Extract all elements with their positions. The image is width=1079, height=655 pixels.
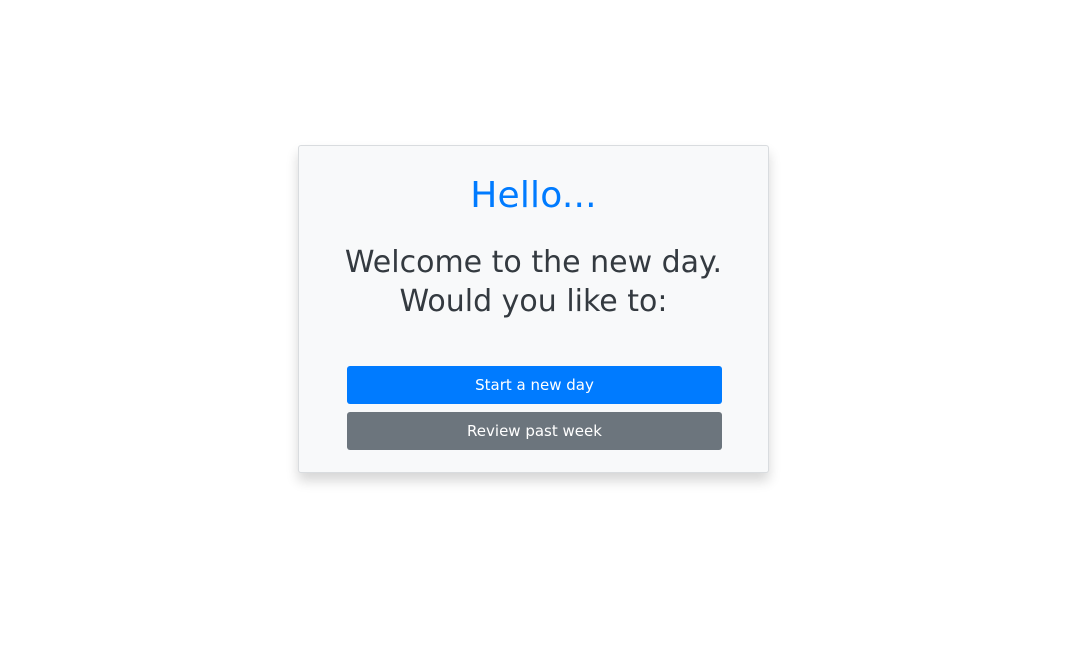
welcome-card: Hello... Welcome to the new day. Would y…: [298, 145, 769, 473]
review-past-week-button[interactable]: Review past week: [347, 412, 722, 450]
welcome-message-line-1: Welcome to the new day.: [344, 245, 723, 280]
welcome-message-line-2: Would you like to:: [399, 284, 668, 319]
page: Hello... Welcome to the new day. Would y…: [0, 0, 1079, 655]
greeting-heading: Hello...: [470, 175, 597, 216]
start-new-day-button[interactable]: Start a new day: [347, 366, 722, 404]
welcome-message: Welcome to the new day. Would you like t…: [299, 243, 768, 321]
